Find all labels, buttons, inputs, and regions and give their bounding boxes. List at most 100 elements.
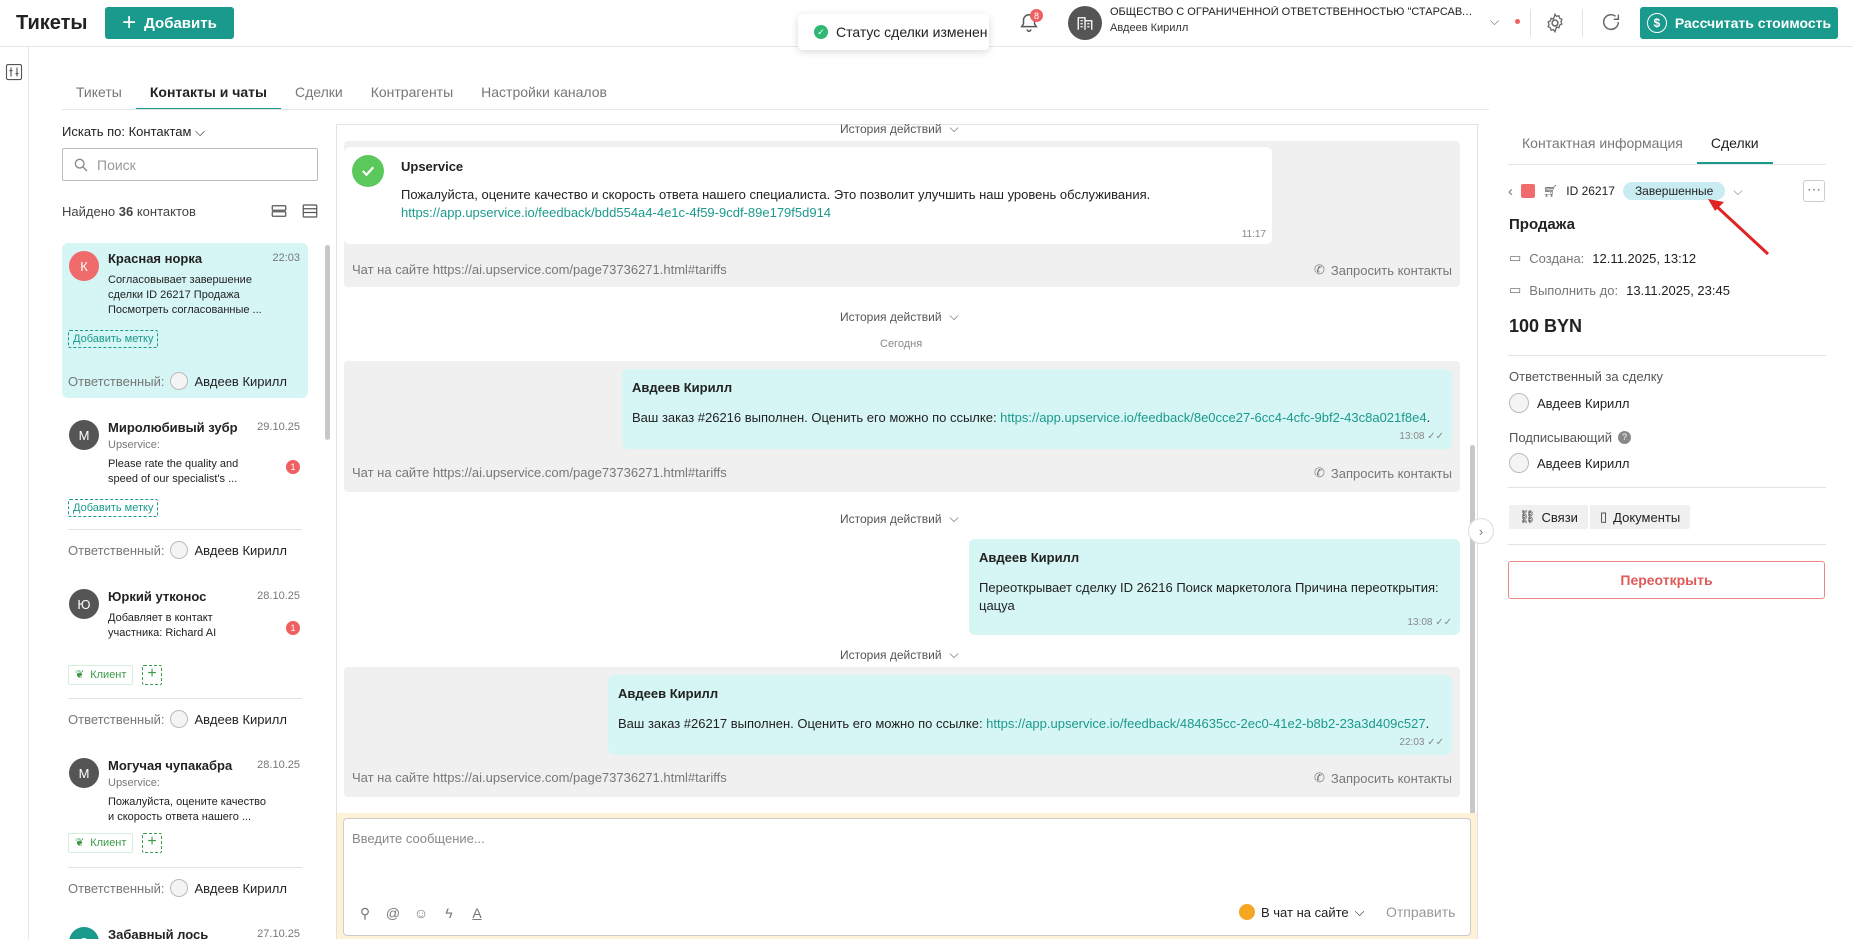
plus-icon: + [122,9,137,36]
history-toggle[interactable]: История действий ⌵ [840,647,959,662]
message-author: Авдеев Кирилл [618,686,719,701]
link-icon: ⛓︎ [1519,509,1536,524]
responsible-name: Авдеев Кирилл [194,711,287,727]
tab-contacts-chats[interactable]: Контакты и чаты [135,80,281,110]
at-icon[interactable]: @ [384,905,402,923]
message-input[interactable] [352,831,1452,871]
reopen-button[interactable]: Переоткрыть [1508,561,1825,599]
history-toggle[interactable]: История действий ⌵ [840,309,959,324]
chat-scrollbar[interactable] [1470,445,1475,815]
calculate-cost-button[interactable]: $ Рассчитать стоимость [1640,7,1838,39]
refresh-icon[interactable] [1600,11,1622,33]
chevron-down-icon: ⌵ [195,124,205,139]
search-by-label: Искать по: Контактам [62,124,192,139]
contact-name: Могучая чупакабра [108,758,233,773]
responsible-label: Ответственный: [68,711,165,727]
chat-bubble-icon [1239,904,1255,920]
responsible: Ответственный: Авдеев Кирилл [68,541,287,559]
contact-date: 27.10.25 [257,928,300,939]
text-format-icon[interactable]: A [468,905,486,923]
feedback-link[interactable]: https://app.upservice.io/feedback/bdd554… [401,205,831,220]
search-box[interactable] [62,148,318,181]
tab-deals[interactable]: Сделки [281,80,357,110]
chevron-right-icon[interactable]: › [1468,518,1494,544]
phone-icon: ✆ [1313,465,1325,480]
org-name[interactable]: ОБЩЕСТВО С ОГРАНИЧЕННОЙ ОТВЕТСТВЕННОСТЬЮ… [1110,6,1475,18]
compact-view-icon[interactable] [270,202,288,220]
divider [1508,544,1826,545]
gear-icon[interactable] [1544,12,1566,34]
request-contacts-button[interactable]: ✆ Запросить контакты [1314,770,1452,786]
help-icon[interactable]: ? [1617,431,1631,444]
contact-date: 28.10.25 [257,590,300,602]
contacts-scrollbar[interactable] [325,245,330,440]
deal-title: Продажа [1509,216,1575,233]
client-tag[interactable]: ❦ Клиент [68,833,134,853]
request-contacts-button[interactable]: ✆ Запросить контакты [1314,262,1452,278]
due-row: ▭ Выполнить до: 13.11.2025, 23:45 [1509,282,1730,298]
add-button[interactable]: + Добавить [105,7,234,39]
avatar: Ю [69,589,99,619]
more-icon[interactable]: ⋯ [1803,180,1825,202]
list-item[interactable]: Ю Юркий утконос 28.10.25 Добавляет в кон… [62,581,308,736]
chat-block: Авдеев Кирилл Ваш заказ #26216 выполнен.… [344,361,1460,492]
cart-icon: 🛒︎ [1543,184,1559,198]
chat-block: Upservice Пожалуйста, оцените качество и… [344,141,1460,287]
history-toggle[interactable]: История действий ⌵ [840,511,959,526]
list-item[interactable]: М Миролюбивый зубр 29.10.25 Upservice: P… [62,412,308,567]
add-tag-button[interactable]: + [142,833,162,853]
calendar-icon: ▭ [1509,282,1522,297]
responsible-person[interactable]: Авдеев Кирилл [1509,393,1630,413]
smile-icon[interactable]: ☺ [412,905,430,923]
search-icon [74,158,88,171]
responsible-name: Авдеев Кирилл [194,542,287,558]
divider [68,867,302,868]
message-text: Ваш заказ #26217 выполнен. Оценить его м… [618,716,1430,731]
chevron-down-icon[interactable]: ⌵ [1490,14,1499,29]
tab-channel-settings[interactable]: Настройки каналов [467,80,621,110]
responsible-label: Ответственный за сделку [1509,369,1664,384]
list-view-icon[interactable] [301,202,319,220]
links-button[interactable]: ⛓︎ Связи [1509,505,1588,529]
paperclip-icon[interactable]: ⚲ [356,905,374,923]
list-item[interactable]: З Забавный лось 27.10.25 [62,919,308,939]
tab-tickets[interactable]: Тикеты [62,80,136,110]
filter-settings-icon[interactable] [5,63,23,81]
send-channel-dropdown[interactable]: В чат на сайте ⌵ [1239,904,1364,920]
chevron-left-icon[interactable]: ‹ [1508,183,1513,200]
search-input[interactable] [97,156,297,173]
add-tag-button[interactable]: Добавить метку [68,330,159,348]
due-value: 13.11.2025, 23:45 [1626,282,1730,298]
message-time: 22:03 ✓✓ [1399,737,1444,748]
feedback-link[interactable]: https://app.upservice.io/feedback/8e0cce… [1000,410,1426,425]
request-contacts-button[interactable]: ✆ Запросить контакты [1314,465,1452,481]
divider [1530,9,1531,37]
contact-source: Upservice: [108,777,160,789]
list-item[interactable]: М Могучая чупакабра 28.10.25 Upservice: … [62,750,308,905]
message-bubble: Upservice Пожалуйста, оцените качество и… [344,147,1272,244]
main-tabs: Тикеты Контакты и чаты Сделки Контрагент… [62,80,621,110]
feedback-link[interactable]: https://app.upservice.io/feedback/484635… [986,716,1425,731]
org-avatar[interactable] [1068,6,1102,40]
message-body: Ваш заказ #26217 выполнен. Оценить его м… [618,716,987,731]
lightning-icon[interactable]: ϟ [440,905,458,923]
avatar [170,710,189,728]
tab-contact-info[interactable]: Контактная информация [1508,130,1697,164]
add-tag-button[interactable]: Добавить метку [68,499,159,517]
search-by-dropdown[interactable]: Искать по: Контактам ⌵ [62,124,205,140]
tab-deals-panel[interactable]: Сделки [1696,130,1773,164]
due-label: Выполнить до: [1529,282,1619,298]
documents-button[interactable]: ▯ Документы [1590,505,1691,529]
tab-counterparties[interactable]: Контрагенты [357,80,467,110]
contact-date: 28.10.25 [257,759,300,771]
documents-label: Документы [1613,509,1681,525]
contact-preview: Пожалуйста, оцените качество и скорость … [108,796,266,823]
signer-person[interactable]: Авдеев Кирилл [1509,453,1630,473]
message-text: Переоткрывает сделку ID 26216 Поиск марк… [979,580,1439,613]
add-tag-button[interactable]: + [142,665,162,685]
responsible-name: Авдеев Кирилл [194,880,287,896]
history-toggle[interactable]: История действий ⌵ [840,121,959,136]
client-tag[interactable]: ❦ Клиент [68,665,134,685]
send-button[interactable]: Отправить [1386,904,1455,920]
list-item[interactable]: К Красная норка 22:03 Согласовывает заве… [62,243,308,398]
